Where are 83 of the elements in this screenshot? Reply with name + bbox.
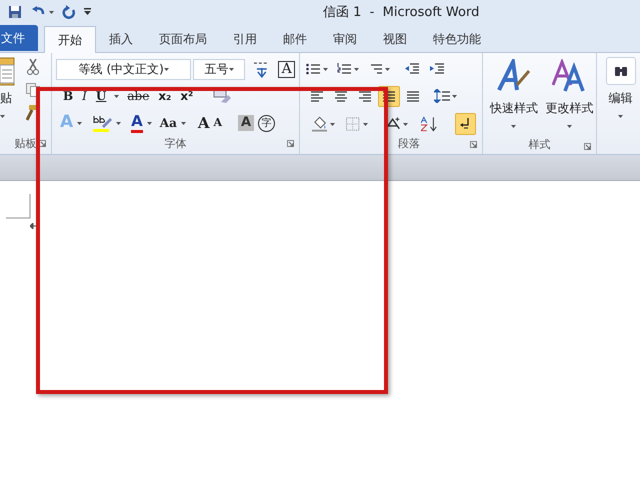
dialog-launcher-icon[interactable]	[584, 143, 591, 150]
paint-bucket-icon[interactable]	[312, 116, 328, 132]
caret-icon[interactable]	[323, 68, 328, 70]
alignment-lines-icon	[335, 90, 347, 102]
caret-icon[interactable]	[116, 122, 122, 124]
decrease-indent-icon[interactable]	[405, 63, 419, 75]
caret-icon[interactable]	[164, 68, 169, 70]
strikethrough-button[interactable]: abe	[126, 87, 150, 105]
font-color-button[interactable]: A	[131, 113, 143, 133]
enclose-characters-button[interactable]: 字	[258, 114, 276, 132]
grow-font-button[interactable]: A	[198, 113, 210, 133]
change-case-button[interactable]: Aa	[160, 113, 177, 133]
show-marks-button[interactable]	[454, 113, 476, 135]
alignment-lines-icon	[359, 90, 371, 102]
line-spacing-icon[interactable]	[434, 89, 450, 103]
dialog-launcher-icon[interactable]	[287, 140, 294, 147]
copy-icon[interactable]	[26, 83, 40, 97]
ribbon-tab[interactable]: 插入	[96, 26, 146, 52]
paste-button[interactable]: 贴	[0, 53, 20, 131]
caret-icon[interactable]	[146, 122, 152, 124]
bullets-icon[interactable]	[306, 63, 320, 75]
caret-icon[interactable]	[362, 122, 368, 126]
caret-icon[interactable]	[566, 125, 572, 128]
group-label: 样式	[528, 137, 550, 154]
borders-icon[interactable]	[346, 117, 360, 131]
caret-icon[interactable]	[511, 125, 516, 128]
font-size-field[interactable]: 五号	[193, 58, 245, 80]
dialog-launcher-icon[interactable]	[39, 140, 46, 147]
caret-icon[interactable]	[180, 122, 186, 124]
alignment-lines-icon	[311, 90, 323, 102]
caret-icon[interactable]	[402, 122, 408, 126]
group-label: 字体	[164, 136, 186, 152]
caret-icon[interactable]	[354, 68, 359, 70]
margin-corner-icon	[6, 194, 31, 219]
italic-button[interactable]: I	[81, 87, 88, 105]
caret-icon[interactable]	[77, 122, 82, 124]
return-arrow-icon	[460, 118, 470, 130]
group-label: 贴板	[14, 136, 36, 152]
caret-icon[interactable]	[618, 115, 623, 118]
caret-icon[interactable]	[49, 10, 54, 14]
ribbon-tab[interactable]: 审阅	[320, 26, 370, 52]
font-name-field[interactable]: 等线 (中文正文)	[56, 58, 192, 80]
bold-button[interactable]: B	[62, 87, 74, 105]
letter-brush-icon	[496, 59, 531, 93]
customize-caret-icon[interactable]	[84, 8, 91, 16]
window-title: 信函 1 - Microsoft Word	[323, 4, 480, 22]
underline-button[interactable]: U	[94, 87, 108, 105]
highlighter-icon[interactable]	[92, 114, 112, 132]
change-styles-button[interactable]: 更改样式	[542, 59, 596, 137]
character-shading-button[interactable]: A	[238, 115, 254, 131]
quick-styles-button[interactable]: 快速样式	[487, 59, 540, 137]
ribbon-tab[interactable]: 邮件	[270, 26, 320, 52]
clipboard-icon[interactable]	[0, 55, 16, 87]
multilevel-list-icon[interactable]	[368, 63, 382, 75]
scissors-icon[interactable]	[27, 59, 39, 75]
caret-icon[interactable]	[0, 115, 5, 118]
paragraph-mark-icon	[30, 223, 36, 229]
ribbon-tab[interactable]: 页面布局	[146, 26, 220, 52]
redo-icon[interactable]	[62, 5, 76, 19]
ribbon-tab[interactable]: 特色功能	[420, 26, 494, 52]
file-tab[interactable]: 文件	[0, 25, 38, 51]
editing-button[interactable]: 编辑	[604, 57, 638, 135]
increase-indent-icon[interactable]	[430, 63, 444, 75]
dialog-launcher-icon[interactable]	[470, 141, 477, 148]
double-letter-icon	[552, 59, 586, 93]
caret-icon[interactable]	[114, 94, 120, 98]
sort-icon[interactable]	[420, 116, 438, 132]
character-border-button[interactable]: A	[278, 60, 295, 78]
caret-icon[interactable]	[330, 122, 336, 126]
numbering-icon[interactable]	[337, 63, 351, 75]
binoculars-icon	[614, 65, 628, 77]
save-icon[interactable]	[8, 5, 22, 19]
ribbon-tab[interactable]: 视图	[370, 26, 420, 52]
caret-icon[interactable]	[228, 68, 234, 70]
subscript-button[interactable]: x₂	[157, 87, 172, 105]
caret-icon[interactable]	[452, 94, 457, 98]
ribbon-tab[interactable]: 引用	[220, 26, 270, 52]
alignment-lines-icon	[407, 90, 419, 102]
group-label: 段落	[398, 136, 420, 152]
superscript-button[interactable]: x²	[179, 87, 194, 105]
ribbon-tab[interactable]: 开始	[44, 26, 96, 53]
shrink-font-button[interactable]: A	[214, 113, 222, 133]
caret-icon[interactable]	[385, 68, 390, 70]
